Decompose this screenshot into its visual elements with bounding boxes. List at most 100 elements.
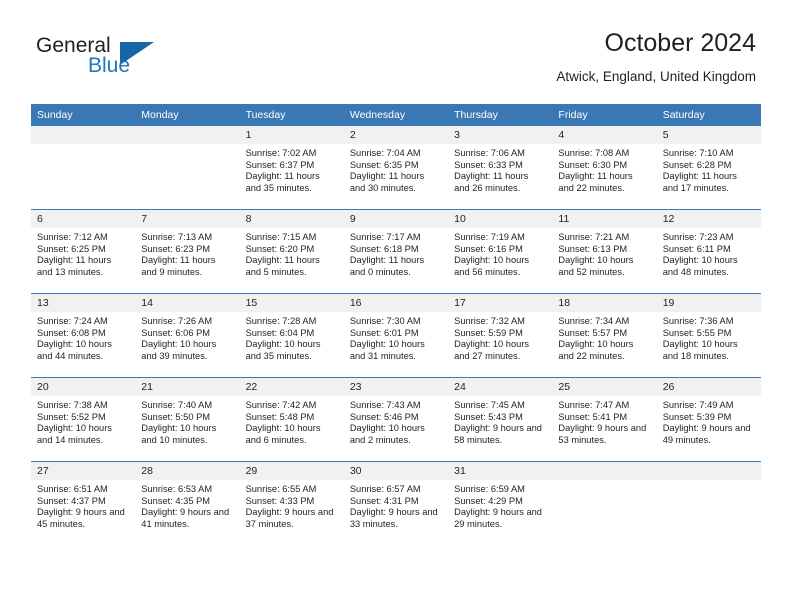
calendar-day-cell[interactable]: 26 Sunrise: 7:49 AM Sunset: 5:39 PM Dayligh… — [656, 377, 761, 462]
calendar-day-cell[interactable]: 4 Sunrise: 7:08 AM Sunset: 6:30 PM Daylight… — [552, 126, 657, 210]
daylight-text: Daylight: 9 hours and 45 minutes. — [37, 507, 125, 529]
sunrise-text: Sunrise: 7:32 AM — [454, 316, 525, 326]
sunrise-text: Sunrise: 6:57 AM — [349, 484, 421, 494]
sunrise-text: Sunrise: 7:12 AM — [37, 232, 108, 242]
day-number: 5 — [656, 126, 761, 144]
daylight-text: Daylight: 10 hours and 35 minutes. — [245, 339, 321, 361]
calendar-day-cell[interactable]: 10 Sunrise: 7:19 AM Sunset: 6:16 PM Dayligh… — [448, 209, 553, 294]
day-details: Sunrise: 7:21 AM Sunset: 6:13 PM Daylight:… — [552, 228, 656, 278]
day-details: Sunrise: 7:43 AM Sunset: 5:46 PM Daylight:… — [344, 396, 448, 446]
calendar-day-cell[interactable]: 1 Sunrise: 7:02 AM Sunset: 6:37 PM Daylight… — [239, 126, 344, 210]
calendar-day-cell[interactable]: 25 Sunrise: 7:47 AM Sunset: 5:41 PM Dayligh… — [552, 377, 657, 462]
calendar-day-cell[interactable]: 30 Sunrise: 6:57 AM Sunset: 4:31 PM Dayligh… — [343, 461, 449, 545]
calendar-day-cell[interactable]: 6 Sunrise: 7:12 AM Sunset: 6:25 PM Daylight… — [31, 209, 136, 294]
day-number — [135, 126, 240, 144]
sunset-text: Sunset: 6:23 PM — [141, 243, 211, 254]
daylight-text: Daylight: 10 hours and 31 minutes. — [349, 339, 425, 361]
calendar-week-row: 13 Sunrise: 7:24 AM Sunset: 6:08 PM Dayligh… — [31, 293, 761, 378]
sunrise-text: Sunrise: 7:28 AM — [245, 316, 317, 326]
page-subtitle: Atwick, England, United Kingdom — [556, 69, 756, 84]
sunset-text: Sunset: 6:35 PM — [349, 159, 419, 170]
day-number: 29 — [239, 462, 344, 480]
sunrise-text: Sunrise: 7:26 AM — [141, 316, 213, 326]
day-number: 8 — [239, 210, 344, 228]
day-number — [656, 462, 761, 480]
calendar-day-cell[interactable]: 21 Sunrise: 7:40 AM Sunset: 5:50 PM Dayligh… — [135, 377, 240, 462]
calendar-day-cell[interactable]: 8 Sunrise: 7:15 AM Sunset: 6:20 PM Daylight… — [239, 209, 344, 294]
calendar-day-cell[interactable]: 5 Sunrise: 7:10 AM Sunset: 6:28 PM Daylight… — [656, 126, 761, 210]
day-details: Sunrise: 7:10 AM Sunset: 6:28 PM Daylight:… — [657, 144, 761, 194]
calendar-day-cell-empty — [552, 461, 657, 545]
calendar-day-cell[interactable]: 15 Sunrise: 7:28 AM Sunset: 6:04 PM Dayligh… — [239, 293, 344, 378]
calendar-day-cell[interactable]: 28 Sunrise: 6:53 AM Sunset: 4:35 PM Dayligh… — [135, 461, 240, 545]
calendar-day-cell[interactable]: 2 Sunrise: 7:04 AM Sunset: 6:35 PM Daylight… — [343, 126, 449, 210]
daylight-text: Daylight: 10 hours and 10 minutes. — [141, 423, 217, 445]
daylight-text: Daylight: 10 hours and 6 minutes. — [245, 423, 321, 445]
sunrise-text: Sunrise: 7:17 AM — [349, 232, 421, 242]
day-number: 2 — [343, 126, 449, 144]
sunset-text: Sunset: 6:11 PM — [662, 243, 731, 254]
day-details: Sunrise: 7:28 AM Sunset: 6:04 PM Daylight:… — [240, 312, 344, 362]
daylight-text: Daylight: 9 hours and 29 minutes. — [454, 507, 542, 529]
day-details: Sunrise: 7:13 AM Sunset: 6:23 PM Daylight:… — [135, 228, 239, 278]
sunrise-text: Sunrise: 7:06 AM — [454, 148, 525, 158]
daylight-text: Daylight: 11 hours and 26 minutes. — [454, 171, 529, 193]
daylight-text: Daylight: 10 hours and 56 minutes. — [454, 255, 530, 277]
weekday-header-saturday: Saturday — [656, 104, 761, 126]
sunrise-text: Sunrise: 7:47 AM — [558, 400, 630, 410]
calendar-day-cell-empty — [31, 126, 136, 210]
calendar-day-cell[interactable]: 13 Sunrise: 7:24 AM Sunset: 6:08 PM Dayligh… — [31, 293, 136, 378]
day-number: 15 — [239, 294, 344, 312]
sunrise-text: Sunrise: 7:45 AM — [454, 400, 525, 410]
day-details: Sunrise: 7:45 AM Sunset: 5:43 PM Daylight:… — [448, 396, 552, 446]
calendar-day-cell[interactable]: 22 Sunrise: 7:42 AM Sunset: 5:48 PM Dayligh… — [239, 377, 344, 462]
calendar-day-cell[interactable]: 7 Sunrise: 7:13 AM Sunset: 6:23 PM Daylight… — [135, 209, 240, 294]
day-details: Sunrise: 7:02 AM Sunset: 6:37 PM Daylight:… — [240, 144, 344, 194]
weekday-header-wednesday: Wednesday — [343, 104, 449, 126]
calendar-day-cell[interactable]: 9 Sunrise: 7:17 AM Sunset: 6:18 PM Daylight… — [343, 209, 449, 294]
sunset-text: Sunset: 6:13 PM — [558, 243, 628, 254]
calendar-day-cell[interactable]: 27 Sunrise: 6:51 AM Sunset: 4:37 PM Dayligh… — [31, 461, 136, 545]
sunset-text: Sunset: 6:04 PM — [245, 327, 315, 338]
sunrise-text: Sunrise: 7:49 AM — [662, 400, 734, 410]
day-number: 19 — [656, 294, 761, 312]
calendar-day-cell[interactable]: 19 Sunrise: 7:36 AM Sunset: 5:55 PM Dayligh… — [656, 293, 761, 378]
calendar-day-cell[interactable]: 20 Sunrise: 7:38 AM Sunset: 5:52 PM Dayligh… — [31, 377, 136, 462]
calendar-day-cell[interactable]: 3 Sunrise: 7:06 AM Sunset: 6:33 PM Daylight… — [448, 126, 553, 210]
sunrise-text: Sunrise: 7:34 AM — [558, 316, 630, 326]
weekday-header-sunday: Sunday — [31, 104, 136, 126]
day-details: Sunrise: 7:26 AM Sunset: 6:06 PM Daylight:… — [135, 312, 239, 362]
sunset-text: Sunset: 6:08 PM — [37, 327, 106, 338]
calendar-day-cell[interactable]: 16 Sunrise: 7:30 AM Sunset: 6:01 PM Dayligh… — [343, 293, 449, 378]
day-number: 22 — [239, 378, 344, 396]
daylight-text: Daylight: 9 hours and 58 minutes. — [454, 423, 542, 445]
calendar-day-cell[interactable]: 11 Sunrise: 7:21 AM Sunset: 6:13 PM Dayligh… — [552, 209, 657, 294]
weekday-header-tuesday: Tuesday — [239, 104, 344, 126]
daylight-text: Daylight: 11 hours and 30 minutes. — [349, 171, 425, 193]
day-number: 24 — [448, 378, 553, 396]
calendar-day-cell[interactable]: 29 Sunrise: 6:55 AM Sunset: 4:33 PM Dayligh… — [239, 461, 344, 545]
daylight-text: Daylight: 11 hours and 5 minutes. — [245, 255, 320, 277]
calendar-grid: Sunday Monday Tuesday Wednesday Thursday… — [31, 104, 761, 545]
sunset-text: Sunset: 6:25 PM — [37, 243, 106, 254]
calendar-day-cell[interactable]: 31 Sunrise: 6:59 AM Sunset: 4:29 PM Dayligh… — [448, 461, 553, 545]
sunset-text: Sunset: 6:37 PM — [245, 159, 315, 170]
day-details: Sunrise: 7:08 AM Sunset: 6:30 PM Daylight:… — [552, 144, 656, 194]
calendar-day-cell[interactable]: 18 Sunrise: 7:34 AM Sunset: 5:57 PM Dayligh… — [552, 293, 657, 378]
calendar-day-cell[interactable]: 14 Sunrise: 7:26 AM Sunset: 6:06 PM Dayligh… — [135, 293, 240, 378]
day-number: 31 — [448, 462, 553, 480]
day-number: 26 — [656, 378, 761, 396]
sunset-text: Sunset: 4:35 PM — [141, 495, 211, 506]
sunrise-text: Sunrise: 7:36 AM — [662, 316, 734, 326]
day-details: Sunrise: 7:04 AM Sunset: 6:35 PM Daylight:… — [344, 144, 448, 194]
calendar-day-cell[interactable]: 17 Sunrise: 7:32 AM Sunset: 5:59 PM Dayligh… — [448, 293, 553, 378]
day-details: Sunrise: 7:12 AM Sunset: 6:25 PM Daylight:… — [31, 228, 135, 278]
calendar-week-row: 27 Sunrise: 6:51 AM Sunset: 4:37 PM Dayligh… — [31, 461, 761, 545]
daylight-text: Daylight: 10 hours and 39 minutes. — [141, 339, 217, 361]
sunrise-text: Sunrise: 7:23 AM — [662, 232, 734, 242]
calendar-day-cell[interactable]: 12 Sunrise: 7:23 AM Sunset: 6:11 PM Dayligh… — [656, 209, 761, 294]
calendar-day-cell[interactable]: 23 Sunrise: 7:43 AM Sunset: 5:46 PM Dayligh… — [343, 377, 449, 462]
sunset-text: Sunset: 5:46 PM — [349, 411, 419, 422]
daylight-text: Daylight: 10 hours and 27 minutes. — [454, 339, 530, 361]
calendar-day-cell[interactable]: 24 Sunrise: 7:45 AM Sunset: 5:43 PM Dayligh… — [448, 377, 553, 462]
